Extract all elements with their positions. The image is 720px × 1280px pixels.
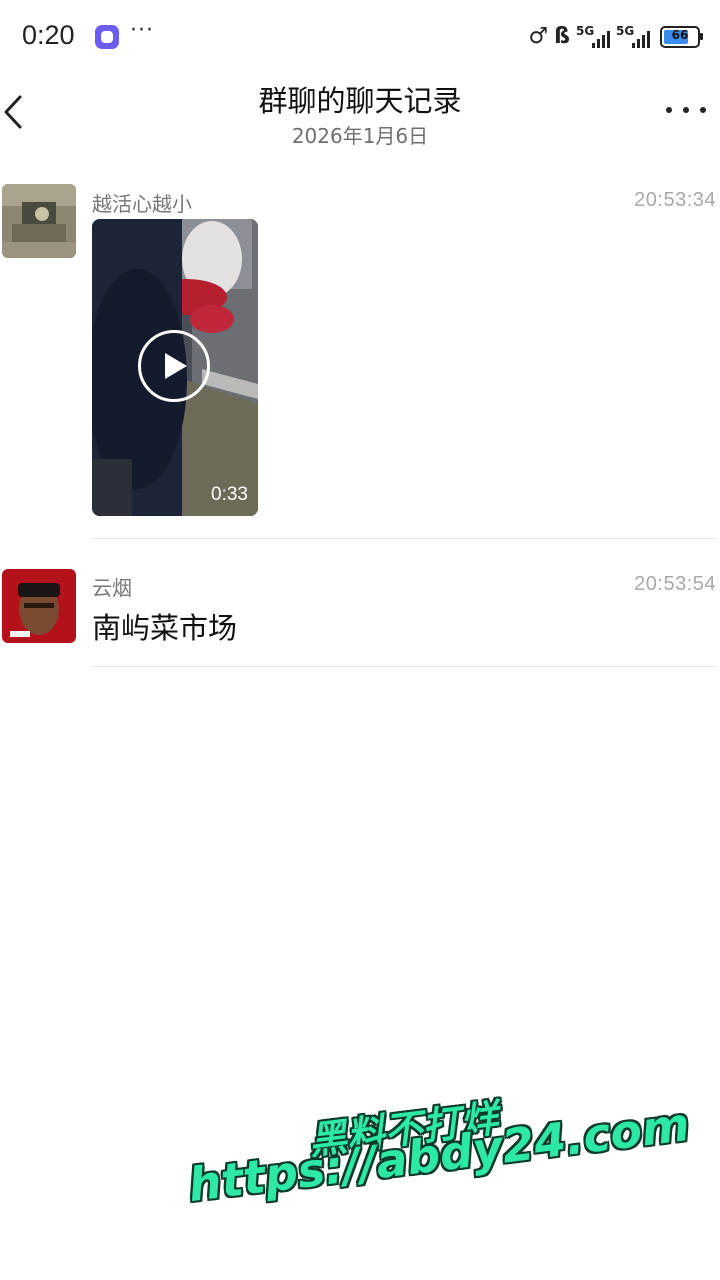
status-more-indicator: ··· — [130, 18, 154, 43]
avatar-image — [2, 184, 76, 258]
bluetooth-icon: ß — [554, 24, 570, 49]
divider — [92, 538, 716, 539]
more-dot — [700, 107, 706, 113]
notification-app-icon — [95, 25, 119, 49]
signal-5g-icon: 5G — [616, 24, 650, 50]
sender-name: 越活心越小 — [92, 192, 192, 216]
chat-record-header: 群聊的聊天记录 2026年1月6日 — [0, 76, 720, 152]
avatar[interactable] — [2, 569, 76, 643]
signal-5g-icon: 5G — [576, 24, 610, 50]
avatar[interactable] — [2, 184, 76, 258]
message-time: 20:53:34 — [634, 189, 716, 211]
video-message[interactable]: 0:33 — [92, 219, 258, 516]
watermark-line-2: https://abdy24.com — [185, 1096, 693, 1212]
page-title: 群聊的聊天记录 — [258, 84, 462, 118]
video-duration: 0:33 — [211, 484, 248, 505]
message-text: 南屿菜市场 — [92, 611, 238, 645]
play-button[interactable] — [138, 330, 210, 402]
battery-level: 66 — [671, 28, 689, 42]
more-dots-icon — [666, 107, 672, 113]
status-icons: ♂ ß 5G 5G 66 — [528, 22, 703, 52]
more-dot — [683, 107, 689, 113]
sender-name: 云烟 — [92, 576, 132, 600]
status-bar: 0:20 ··· ♂ ß 5G 5G 66 — [0, 0, 720, 76]
record-date: 2026年1月6日 — [291, 124, 429, 148]
status-time: 0:20 — [22, 20, 75, 50]
watermark-line-1: 黑料不打烊 — [306, 1096, 501, 1164]
play-icon — [165, 353, 187, 379]
avatar-image — [2, 569, 76, 643]
divider — [92, 666, 716, 667]
message-time: 20:53:54 — [634, 573, 716, 595]
battery-icon: 66 — [660, 26, 703, 48]
location-icon: ♂ — [528, 24, 549, 49]
more-options-button[interactable] — [666, 98, 706, 122]
